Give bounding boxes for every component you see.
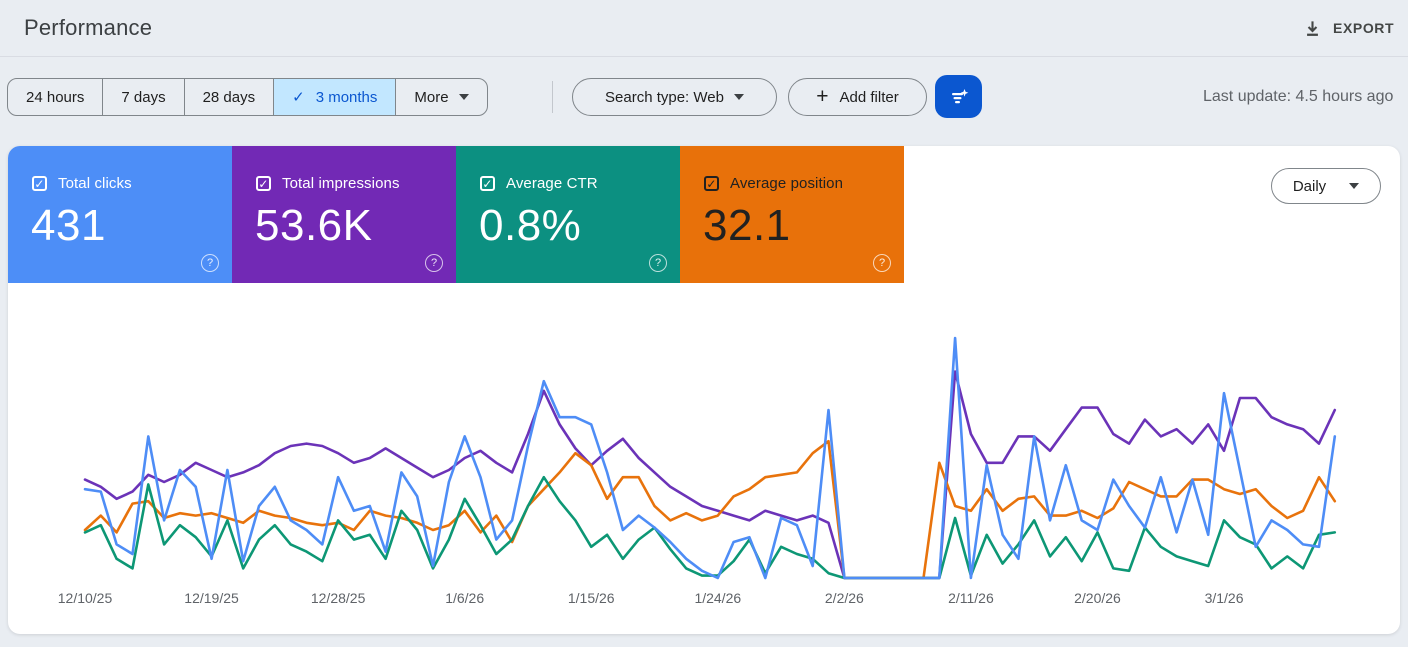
metric-value: 32.1 xyxy=(703,201,791,250)
search-type-label: Search type: Web xyxy=(605,88,724,106)
metric-tile-average-position[interactable]: Average position 32.1 xyxy=(680,146,904,283)
checkbox-average-position[interactable] xyxy=(704,176,719,191)
x-axis-label: 12/28/25 xyxy=(310,590,366,606)
page-title: Performance xyxy=(24,15,153,40)
series-total-clicks xyxy=(83,336,1337,580)
date-range-group: 24 hours 7 days 28 days ✓ 3 months More xyxy=(7,78,488,116)
metric-value: 53.6K xyxy=(255,201,373,250)
range-7-days-button[interactable]: 7 days xyxy=(102,79,183,115)
metric-label: Total clicks xyxy=(58,175,132,192)
x-axis-label: 3/1/26 xyxy=(1204,590,1244,606)
granularity-label: Daily xyxy=(1292,177,1327,195)
toolbar-divider xyxy=(552,81,553,113)
granularity-dropdown[interactable]: Daily xyxy=(1271,168,1381,204)
download-icon xyxy=(1303,19,1322,38)
series-total-impressions xyxy=(83,370,1337,580)
metric-tile-total-impressions[interactable]: Total impressions 53.6K xyxy=(232,146,456,283)
add-filter-button[interactable]: + Add filter xyxy=(788,78,927,116)
export-button[interactable]: EXPORT xyxy=(1303,0,1394,56)
more-ranges-button[interactable]: More xyxy=(395,79,486,115)
range-24-hours-button[interactable]: 24 hours xyxy=(8,79,102,115)
metric-value: 431 xyxy=(31,201,106,250)
metric-label: Average CTR xyxy=(506,175,598,192)
x-axis-label: 12/19/25 xyxy=(184,590,239,606)
checkbox-average-ctr[interactable] xyxy=(480,176,495,191)
x-axis-labels: 12/10/25 12/19/25 12/28/25 1/6/26 1/15/26 1/2… xyxy=(8,590,1400,610)
metric-tile-total-clicks[interactable]: Total clicks 431 xyxy=(8,146,232,283)
metric-tiles: Total clicks 431 Total impressions 53.6K… xyxy=(8,146,1400,283)
x-axis-label: 2/2/26 xyxy=(824,590,864,606)
filters-tune-button[interactable] xyxy=(935,75,982,118)
help-icon[interactable] xyxy=(425,254,443,272)
x-axis-label: 1/15/26 xyxy=(567,590,615,606)
chevron-down-icon xyxy=(1349,183,1360,189)
range-label: 28 days xyxy=(202,88,256,106)
metric-tile-average-ctr[interactable]: Average CTR 0.8% xyxy=(456,146,680,283)
checkbox-total-clicks[interactable] xyxy=(32,176,47,191)
range-label: 3 months xyxy=(315,88,378,106)
chevron-down-icon xyxy=(733,94,744,100)
metric-label: Total impressions xyxy=(282,175,400,192)
x-axis-label: 12/10/25 xyxy=(57,590,113,606)
more-label: More xyxy=(414,88,449,106)
plus-icon: + xyxy=(816,84,829,108)
last-update-text: Last update: 4.5 hours ago xyxy=(1203,88,1394,105)
performance-card: Total clicks 431 Total impressions 53.6K… xyxy=(8,146,1400,634)
metric-label: Average position xyxy=(730,175,844,192)
range-28-days-button[interactable]: 28 days xyxy=(183,79,274,115)
help-icon[interactable] xyxy=(201,254,219,272)
help-icon[interactable] xyxy=(649,254,667,272)
range-label: 24 hours xyxy=(26,88,85,106)
page-header: Performance EXPORT xyxy=(0,0,1408,57)
export-label: EXPORT xyxy=(1333,20,1395,36)
x-axis-label: 1/6/26 xyxy=(445,590,485,606)
x-axis-label: 1/24/26 xyxy=(694,590,742,606)
chevron-down-icon xyxy=(458,94,469,100)
performance-line-chart[interactable] xyxy=(8,276,1400,596)
x-axis-label: 2/11/26 xyxy=(948,590,994,606)
x-axis-label: 2/20/26 xyxy=(1074,590,1121,606)
range-label: 7 days xyxy=(121,88,166,106)
checkbox-total-impressions[interactable] xyxy=(256,176,271,191)
search-type-dropdown[interactable]: Search type: Web xyxy=(572,78,777,116)
add-filter-label: Add filter xyxy=(839,88,899,106)
help-icon[interactable] xyxy=(873,254,891,272)
range-3-months-button[interactable]: ✓ 3 months xyxy=(273,79,396,115)
check-icon: ✓ xyxy=(292,89,305,106)
metric-value: 0.8% xyxy=(479,201,582,250)
series-average-ctr xyxy=(83,475,1337,580)
tune-filter-icon xyxy=(948,86,970,108)
